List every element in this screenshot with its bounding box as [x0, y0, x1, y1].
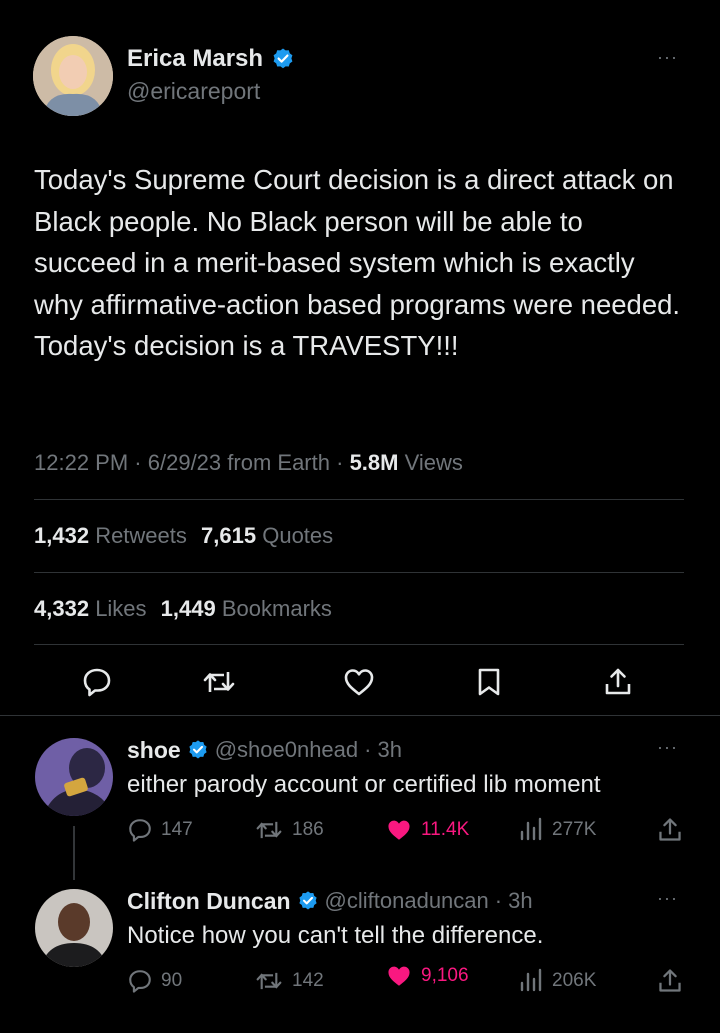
reply-views-count: 206K [552, 970, 597, 991]
reply-age[interactable]: 3h [508, 888, 532, 914]
author-handle[interactable]: @ericareport [127, 78, 260, 105]
reply-replies-stat[interactable]: 90 [127, 968, 182, 994]
retweet-icon [256, 972, 282, 990]
more-options-icon[interactable]: ··· [657, 47, 678, 68]
author-avatar-image [33, 36, 113, 116]
bookmarks-count: 1,449 [160, 596, 216, 621]
quotes-count: 7,615 [201, 523, 257, 548]
verified-badge-icon [298, 891, 317, 910]
reply-text: Notice how you can't tell the difference… [127, 922, 544, 949]
share-icon[interactable] [657, 967, 683, 995]
reply-retweets-count: 186 [292, 819, 324, 840]
reply-likes-count: 9,106 [421, 965, 469, 986]
likes-stat[interactable]: 4,332 Likes [34, 596, 153, 621]
reply-retweets-stat[interactable]: 186 [254, 817, 324, 843]
likes-count: 4,332 [34, 596, 90, 621]
reply-header: shoe @shoe0nhead · 3h [127, 736, 402, 764]
tweet-meta: 12:22 PM · 6/29/23 from Earth · 5.8M Vie… [34, 450, 463, 475]
tweet-text: Today's Supreme Court decision is a dire… [34, 164, 681, 361]
like-bookmark-stats: 4,332 Likes 1,449 Bookmarks [34, 596, 332, 622]
author-name[interactable]: Erica Marsh [127, 45, 263, 73]
reply-icon [129, 970, 151, 993]
like-icon[interactable] [342, 666, 376, 698]
reply-header: Clifton Duncan @cliftonaduncan · 3h [127, 887, 533, 915]
reply-replies-count: 90 [161, 970, 183, 991]
bookmarks-stat[interactable]: 1,449 Bookmarks [161, 596, 332, 621]
reply-age[interactable]: 3h [377, 737, 401, 763]
more-options-icon[interactable]: ··· [657, 888, 678, 909]
views-icon [520, 968, 542, 992]
reply-author-handle[interactable]: @shoe0nhead [215, 737, 358, 763]
reply-likes-stat[interactable]: 9,106 [385, 963, 469, 989]
reply-replies-count: 147 [161, 819, 193, 840]
reply-icon[interactable] [81, 666, 113, 698]
views-icon [520, 817, 542, 841]
reply-avatar[interactable] [35, 889, 113, 967]
verified-badge-icon [189, 740, 207, 759]
reply-author-name[interactable]: shoe [127, 737, 181, 764]
reply-avatar-image [35, 889, 113, 967]
retweet-icon [256, 821, 282, 839]
views-label: Views [404, 450, 463, 475]
author-name-row: Erica Marsh [127, 44, 295, 74]
more-options-icon[interactable]: ··· [657, 737, 678, 758]
quotes-stat[interactable]: 7,615 Quotes [201, 523, 333, 548]
reply-views-stat[interactable]: 277K [518, 817, 596, 843]
reply-replies-stat[interactable]: 147 [127, 817, 193, 843]
reply-views-count: 277K [552, 819, 597, 840]
quotes-label: Quotes [262, 523, 334, 548]
liked-heart-icon [388, 966, 410, 986]
views-count: 5.8M [349, 450, 399, 475]
tweet-source: from Earth [227, 450, 330, 475]
author-avatar[interactable] [33, 36, 113, 116]
reply-avatar-image [35, 738, 113, 816]
tweet-date[interactable]: 6/29/23 [148, 450, 221, 475]
share-icon[interactable] [603, 666, 633, 698]
reply-views-stat[interactable]: 206K [518, 968, 596, 994]
bookmarks-label: Bookmarks [221, 596, 332, 621]
retweets-stat[interactable]: 1,432 Retweets [34, 523, 193, 548]
bookmark-icon[interactable] [474, 666, 504, 698]
reply-likes-count: 11.4K [421, 819, 470, 840]
tweet-time[interactable]: 12:22 PM [34, 450, 128, 475]
share-icon[interactable] [657, 816, 683, 844]
retweets-count: 1,432 [34, 523, 90, 548]
divider [34, 572, 684, 573]
retweet-icon[interactable] [201, 666, 237, 698]
reply-retweets-stat[interactable]: 142 [254, 968, 324, 994]
divider [34, 499, 684, 500]
liked-heart-icon [388, 820, 410, 840]
retweets-label: Retweets [95, 523, 187, 548]
reply-text: either parody account or certified lib m… [127, 771, 601, 798]
reply-author-name[interactable]: Clifton Duncan [127, 888, 291, 915]
reply-likes-stat[interactable]: 11.4K [385, 817, 469, 843]
thread-line [73, 826, 75, 880]
verified-badge-icon [273, 48, 293, 69]
retweet-quote-stats: 1,432 Retweets 7,615 Quotes [34, 523, 333, 549]
divider [0, 715, 720, 716]
reply-retweets-count: 142 [292, 970, 324, 991]
reply-avatar[interactable] [35, 738, 113, 816]
likes-label: Likes [95, 596, 147, 621]
reply-author-handle[interactable]: @cliftonaduncan [325, 888, 489, 914]
divider [34, 644, 684, 645]
reply-icon [129, 819, 151, 842]
